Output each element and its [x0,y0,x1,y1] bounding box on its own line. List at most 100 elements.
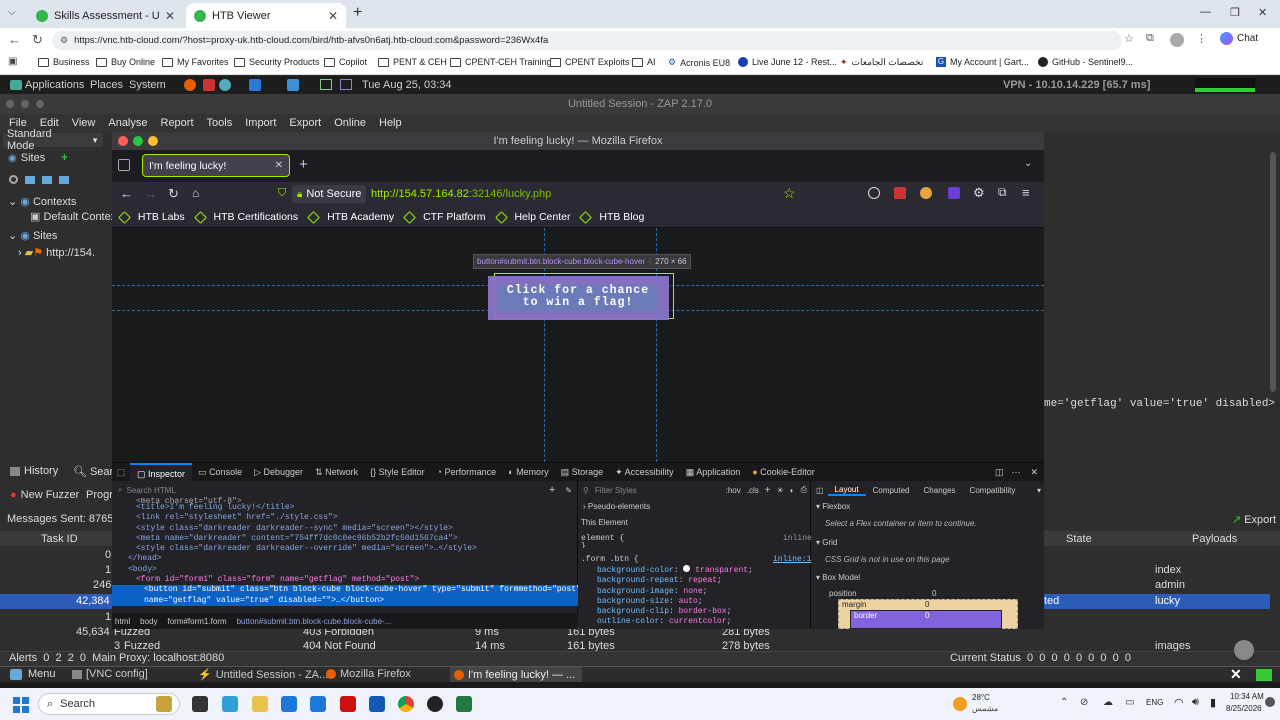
menu-report[interactable]: Report [161,117,194,129]
tray-icon[interactable]: ▭ [1125,697,1134,708]
settings-gear-icon[interactable]: ⚙ [973,185,985,201]
dark-mode-icon[interactable]: ◐ [790,486,795,495]
light-mode-icon[interactable]: ☀ [777,486,784,495]
bookmark-pent-ceh[interactable]: PENT & CEH [378,57,447,67]
tab-compatibility[interactable]: Compatibility [963,486,1023,495]
cookie-icon[interactable] [920,187,932,199]
omnibox[interactable]: ⚙ https://vnc.htb-cloud.com/?host=proxy-… [52,31,1122,50]
devtools-menu-icon[interactable]: ⋯ [1007,467,1024,478]
hov-toggle[interactable]: :hov [726,486,741,495]
toolbar-icon[interactable] [42,175,52,184]
bookmark-live-june[interactable]: Live June 12 - Rest... [738,57,837,67]
bookmark-ai[interactable]: AI [632,57,656,67]
eyedropper-icon[interactable]: ✎ [565,486,572,495]
close-dot-icon[interactable] [118,136,128,146]
new-tab-button[interactable]: + [299,156,308,173]
notification-icon[interactable] [1265,697,1275,707]
back-icon[interactable]: ← [120,186,133,201]
target-icon[interactable] [9,175,18,184]
markup-line[interactable]: <style class="darkreader darkreader--ove… [112,544,578,554]
wifi-icon[interactable]: ◠ [1174,696,1184,709]
tree-default-context[interactable]: ▣ Default Contex [30,210,116,223]
box-model-section[interactable]: ▾ Box Model [816,573,860,582]
tab-network[interactable]: ⇅ Network [309,467,364,478]
language-indicator[interactable]: ENG [1146,698,1163,707]
menu-online[interactable]: Online [334,117,366,129]
css-property[interactable]: background-clip: border-box; [597,607,753,617]
tab-performance[interactable]: ◔ Performance [431,467,502,477]
tab-console[interactable]: ▭ Console [192,467,248,478]
markup-line[interactable]: <form id="form1" class="form" name="getf… [112,575,578,585]
css-property[interactable]: background-image: none; [597,587,753,597]
close-session-icon[interactable]: ✕ [1230,666,1242,683]
bookmark-htb-labs[interactable]: HTB Labs [118,210,185,224]
chrome-tab-skills[interactable]: Skills Assessment - Using Web Pr ✕ [28,3,183,28]
markup-line[interactable]: </head> [112,554,578,564]
bookmark-help-center[interactable]: Help Center [494,210,570,224]
task-lucky[interactable]: I'm feeling lucky! — ... [450,667,582,682]
markup-line-selected[interactable]: <button id="submit" class="btn block-cub… [112,585,578,596]
tray-icon[interactable]: ☁ [1103,697,1113,708]
add-icon[interactable]: + [61,152,67,164]
minimize-icon[interactable]: — [1200,6,1211,18]
margin-value[interactable]: 0 [925,600,929,609]
extension-icon[interactable] [894,187,906,199]
tab-memory[interactable]: ◐ Memory [502,467,554,477]
tab-layout[interactable]: Layout [827,485,866,496]
bookmark-cpent-exploits[interactable]: CPENT Exploits [550,57,629,67]
edge-icon[interactable] [222,696,238,712]
filter-styles-input[interactable]: Filter Styles [595,486,637,495]
css-property[interactable]: background-repeat: repeat; [597,576,753,586]
markup-line[interactable]: <style class="darkreader darkreader--syn… [112,524,578,534]
markup-line[interactable]: <link rel="stylesheet" href="./style.css… [112,513,578,523]
sidebar-toggle-icon[interactable]: ◫ [812,486,828,495]
bookmark-acronis[interactable]: ⚙ Acronis EU8 [668,57,730,68]
shield-icon[interactable]: ⛉ [278,187,286,200]
task-vnc-config[interactable]: [VNC config] [72,668,148,680]
windows-start-icon[interactable] [13,697,29,713]
tab-history[interactable]: History [10,465,58,477]
tree-contexts[interactable]: ⌄ ◉ Contexts [8,195,76,208]
bookmark-htb-certifications[interactable]: HTB Certifications [193,210,298,224]
tab-overflow-chevron-icon[interactable]: ⌄ [1024,158,1032,169]
volume-icon[interactable]: 🔊︎ [1192,696,1199,709]
toolbar-icon[interactable] [59,175,69,184]
home-icon[interactable]: ⌂ [192,186,199,200]
bookmark-htb-academy[interactable]: HTB Academy [307,210,394,224]
file-explorer-icon[interactable] [192,696,208,712]
terminal-launcher-icon[interactable] [203,79,215,91]
chrome-icon[interactable] [398,696,414,712]
menu-analyse[interactable]: Analyse [108,117,147,129]
close-tab-icon[interactable]: ✕ [275,160,283,171]
editor-launcher-icon[interactable] [287,79,299,91]
url-text[interactable]: https://vnc.htb-cloud.com/?host=proxy-uk… [74,35,548,46]
tab-changes[interactable]: Changes [917,486,963,495]
menu-places[interactable]: Places [90,79,123,91]
battery-icon[interactable]: ▮ [1210,696,1216,709]
markup-line[interactable]: <meta name="darkreader" content="754ff7d… [112,534,578,544]
github-desktop-icon[interactable] [427,696,443,712]
chrome-tab-htb-viewer[interactable]: HTB Viewer ✕ [186,3,346,28]
site-info-icon[interactable]: ⚙ [60,35,68,46]
dock-icon[interactable]: ◫ [991,467,1008,478]
account-icon[interactable] [868,187,880,199]
files-icon[interactable] [340,79,352,90]
folder-app-icon[interactable] [252,696,268,712]
cls-toggle[interactable]: .cls [747,486,759,495]
css-property[interactable]: outline-color: currentcolor; [597,617,753,627]
close-devtools-icon[interactable]: ✕ [1024,467,1044,478]
bookmark-arabic[interactable]: ✦ تخصصات الجامعات [840,57,923,68]
tab-application[interactable]: ▦ Application [680,467,747,478]
vscode-launcher-icon[interactable] [249,79,261,91]
bookmark-gartner[interactable]: G My Account | Gart... [936,57,1029,67]
reload-icon[interactable]: ↻ [168,186,179,202]
tree-sites[interactable]: ⌄ ◉ Sites [8,229,57,242]
tab-accessibility[interactable]: ✦ Accessibility [609,467,680,478]
tab-debugger[interactable]: ▷ Debugger [248,467,309,478]
firefox-launcher-icon[interactable] [184,79,196,91]
breadcrumb-button[interactable]: button#submit.btn.block-cube.block-cube-… [237,617,392,626]
chrome-menu-icon[interactable]: ⋮ [1196,32,1207,45]
column-task-id[interactable]: Task ID [41,533,78,545]
maximize-icon[interactable]: ❐ [1230,6,1240,19]
column-state[interactable]: State [1066,533,1092,545]
